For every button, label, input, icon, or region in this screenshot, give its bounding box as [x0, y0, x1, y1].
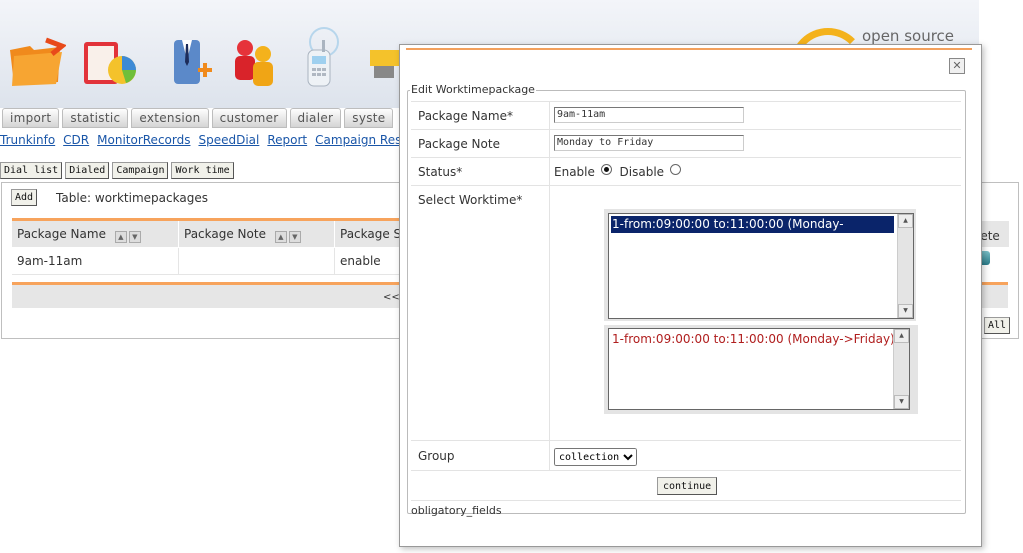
row-package-note: Package Note Monday to Friday: [411, 130, 961, 158]
available-worktime-option[interactable]: 1-from:09:00:00 to:11:00:00 (Monday->Fri…: [611, 216, 894, 248]
tab-import[interactable]: import: [2, 108, 60, 128]
table-caption: Table: worktimepackages: [56, 191, 208, 205]
pager-prev-link[interactable]: <<: [383, 292, 400, 303]
cell-package-name: 9am-11am: [12, 248, 179, 274]
dial-button-row: Dial list Dialed Campaign Work time: [0, 162, 234, 179]
row-continue: continue: [411, 471, 961, 501]
column-header-package-note[interactable]: Package Note ▲ ▼: [179, 221, 335, 247]
table-row[interactable]: 9am-11am enable: [12, 248, 402, 275]
link-cdr[interactable]: CDR: [63, 133, 89, 147]
dial-list-button[interactable]: Dial list: [0, 162, 63, 179]
statistic-chart-icon[interactable]: [80, 20, 140, 90]
column-label: Package Name: [17, 227, 106, 241]
row-group: Group collection: [411, 441, 961, 471]
row-package-name: Package Name* 9am-11am: [411, 102, 961, 130]
tab-customer[interactable]: customer: [211, 108, 287, 128]
fieldset-legend: Edit Worktimepackage: [410, 83, 536, 96]
close-icon[interactable]: ✕: [949, 58, 965, 74]
package-name-input[interactable]: 9am-11am: [554, 107, 744, 123]
row-status: Status* Enable Disable: [411, 158, 961, 186]
sub-nav: Trunkinfo CDR MonitorRecords SpeedDial R…: [0, 133, 417, 147]
link-speeddial[interactable]: SpeedDial: [198, 133, 259, 147]
dialed-button[interactable]: Dialed: [65, 162, 110, 179]
tab-extension[interactable]: extension: [131, 108, 209, 128]
dialog-top-rule: [406, 48, 972, 50]
brand-text: open source: [862, 27, 955, 45]
tab-system[interactable]: syste: [344, 108, 394, 128]
obligatory-fields-note: obligatory_fields: [411, 504, 502, 517]
status-options: Enable Disable: [554, 164, 681, 179]
import-folder-icon[interactable]: [6, 20, 66, 90]
status-disable-radio[interactable]: [669, 164, 681, 175]
scroll-up-icon[interactable]: ▲: [898, 214, 913, 228]
link-trunkinfo[interactable]: Trunkinfo: [0, 133, 55, 147]
work-time-button[interactable]: Work time: [171, 162, 234, 179]
table-header: Package Name ▲ ▼ Package Note ▲ ▼ Package …: [12, 221, 402, 247]
column-header-package-name[interactable]: Package Name ▲ ▼: [12, 221, 179, 247]
sort-desc-icon[interactable]: ▼: [128, 230, 141, 243]
status-enable-label: Enable: [554, 165, 595, 179]
selected-worktime-option[interactable]: 1-from:09:00:00 to:11:00:00 (Monday->Fri…: [611, 331, 895, 348]
sort-asc-icon[interactable]: ▲: [114, 230, 127, 243]
column-header-package-status[interactable]: Package S: [335, 221, 402, 247]
extension-user-icon[interactable]: [160, 20, 220, 90]
status-disable-label: Disable: [619, 165, 665, 179]
status-enable-radio[interactable]: [600, 164, 612, 175]
sort-desc-icon[interactable]: ▼: [288, 230, 301, 243]
edit-form: Package Name* 9am-11am Package Note Mond…: [411, 101, 961, 501]
available-worktime-list[interactable]: 1-from:09:00:00 to:11:00:00 (Monday->Fri…: [608, 213, 914, 319]
group-select[interactable]: collection: [554, 448, 637, 466]
main-nav-tabs: import statistic extension customer dial…: [2, 108, 396, 128]
tab-statistic[interactable]: statistic: [62, 108, 129, 128]
link-report[interactable]: Report: [267, 133, 307, 147]
sort-asc-icon[interactable]: ▲: [274, 230, 287, 243]
scroll-up-icon[interactable]: ▲: [894, 329, 909, 343]
package-name-label: Package Name*: [418, 109, 513, 123]
campaign-button[interactable]: Campaign: [112, 162, 169, 179]
package-note-input[interactable]: Monday to Friday: [554, 135, 744, 151]
add-button[interactable]: Add: [11, 189, 38, 206]
cell-package-status: enable: [340, 254, 381, 268]
select-worktime-label: Select Worktime*: [418, 193, 523, 207]
tab-dialer[interactable]: dialer: [289, 108, 342, 128]
dialer-phone-icon[interactable]: [298, 20, 358, 90]
scroll-down-icon[interactable]: ▼: [894, 395, 909, 409]
selected-list-scrollbar[interactable]: ▲ ▼: [893, 329, 909, 409]
column-label: Package S: [340, 227, 402, 241]
available-list-scrollbar[interactable]: ▲ ▼: [897, 214, 913, 318]
selected-worktime-list[interactable]: 1-from:09:00:00 to:11:00:00 (Monday->Fri…: [608, 328, 910, 410]
package-note-label: Package Note: [418, 137, 500, 151]
group-label: Group: [418, 449, 455, 463]
column-label: Package Note: [184, 227, 266, 241]
continue-button[interactable]: continue: [657, 477, 718, 495]
cell-package-note: [179, 248, 335, 274]
status-label: Status*: [418, 165, 463, 179]
link-monitorrecords[interactable]: MonitorRecords: [97, 133, 190, 147]
all-button[interactable]: All: [984, 317, 1011, 334]
row-select-worktime: Select Worktime* 1-from:09:00:00 to:11:0…: [411, 186, 961, 441]
scroll-down-icon[interactable]: ▼: [898, 304, 913, 318]
edit-worktimepackage-dialog: ✕ Edit Worktimepackage Package Name* 9am…: [399, 44, 982, 547]
customer-people-icon[interactable]: [225, 20, 285, 90]
